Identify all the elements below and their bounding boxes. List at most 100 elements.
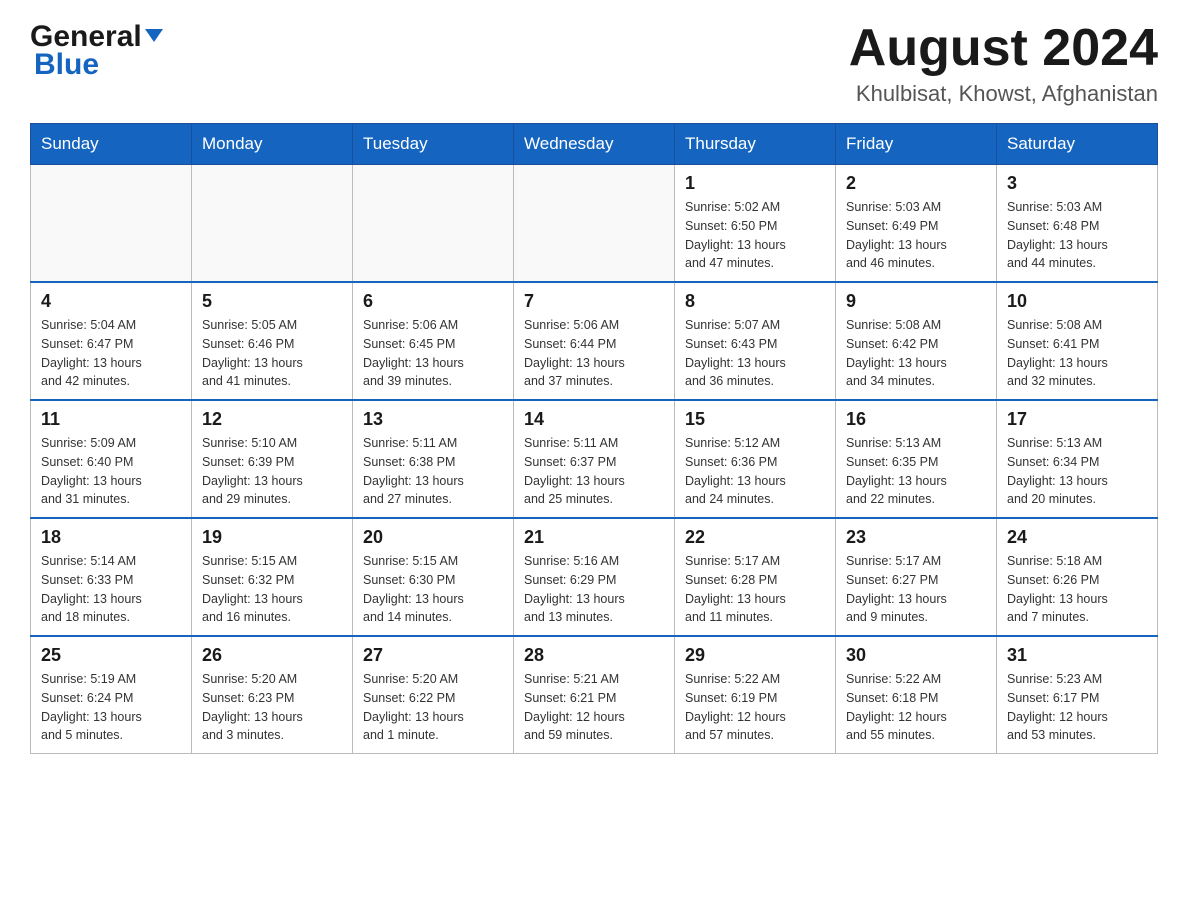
cell-day-number: 20 (363, 527, 503, 548)
cell-day-number: 25 (41, 645, 181, 666)
calendar-cell: 22 Sunrise: 5:17 AM Sunset: 6:28 PM Dayli… (675, 518, 836, 636)
calendar-table: SundayMondayTuesdayWednesdayThursdayFrid… (30, 123, 1158, 754)
cell-day-number: 29 (685, 645, 825, 666)
calendar-subtitle: Khulbisat, Khowst, Afghanistan (849, 81, 1158, 107)
cell-info: Sunrise: 5:09 AM Sunset: 6:40 PM Dayligh… (41, 434, 181, 509)
calendar-cell: 12Sunrise: 5:10 AM Sunset: 6:39 PM Dayli… (192, 400, 353, 518)
week-row-1: 1 Sunrise: 5:02 AM Sunset: 6:50 PM Daylig… (31, 165, 1158, 283)
logo: General Blue (30, 20, 163, 82)
calendar-cell: 10 Sunrise: 5:08 AM Sunset: 6:41 PM Dayli… (997, 282, 1158, 400)
cell-day-number: 4 (41, 291, 181, 312)
page-header: General Blue August 2024 Khulbisat, Khow… (30, 20, 1158, 107)
calendar-cell (192, 165, 353, 283)
cell-info: Sunrise: 5:14 AM Sunset: 6:33 PM Dayligh… (41, 552, 181, 627)
day-header-monday: Monday (192, 124, 353, 165)
cell-day-number: 17 (1007, 409, 1147, 430)
cell-info: Sunrise: 5:03 AM Sunset: 6:49 PM Dayligh… (846, 198, 986, 273)
calendar-cell: 20Sunrise: 5:15 AM Sunset: 6:30 PM Dayli… (353, 518, 514, 636)
cell-day-number: 24 (1007, 527, 1147, 548)
cell-day-number: 30 (846, 645, 986, 666)
calendar-cell: 31 Sunrise: 5:23 AM Sunset: 6:17 PM Dayli… (997, 636, 1158, 754)
calendar-cell: 3 Sunrise: 5:03 AM Sunset: 6:48 PM Daylig… (997, 165, 1158, 283)
day-header-friday: Friday (836, 124, 997, 165)
cell-info: Sunrise: 5:05 AM Sunset: 6:46 PM Dayligh… (202, 316, 342, 391)
cell-info: Sunrise: 5:10 AM Sunset: 6:39 PM Dayligh… (202, 434, 342, 509)
cell-day-number: 3 (1007, 173, 1147, 194)
cell-day-number: 9 (846, 291, 986, 312)
cell-info: Sunrise: 5:12 AM Sunset: 6:36 PM Dayligh… (685, 434, 825, 509)
cell-info: Sunrise: 5:11 AM Sunset: 6:38 PM Dayligh… (363, 434, 503, 509)
title-block: August 2024 Khulbisat, Khowst, Afghanist… (849, 20, 1158, 107)
cell-info: Sunrise: 5:03 AM Sunset: 6:48 PM Dayligh… (1007, 198, 1147, 273)
calendar-cell: 13Sunrise: 5:11 AM Sunset: 6:38 PM Dayli… (353, 400, 514, 518)
cell-day-number: 6 (363, 291, 503, 312)
week-row-3: 11 Sunrise: 5:09 AM Sunset: 6:40 PM Dayli… (31, 400, 1158, 518)
calendar-cell: 19Sunrise: 5:15 AM Sunset: 6:32 PM Dayli… (192, 518, 353, 636)
cell-info: Sunrise: 5:04 AM Sunset: 6:47 PM Dayligh… (41, 316, 181, 391)
cell-info: Sunrise: 5:22 AM Sunset: 6:19 PM Dayligh… (685, 670, 825, 745)
cell-info: Sunrise: 5:19 AM Sunset: 6:24 PM Dayligh… (41, 670, 181, 745)
cell-info: Sunrise: 5:17 AM Sunset: 6:28 PM Dayligh… (685, 552, 825, 627)
cell-info: Sunrise: 5:02 AM Sunset: 6:50 PM Dayligh… (685, 198, 825, 273)
calendar-cell: 30Sunrise: 5:22 AM Sunset: 6:18 PM Dayli… (836, 636, 997, 754)
cell-day-number: 27 (363, 645, 503, 666)
calendar-cell: 11 Sunrise: 5:09 AM Sunset: 6:40 PM Dayli… (31, 400, 192, 518)
calendar-cell: 21 Sunrise: 5:16 AM Sunset: 6:29 PM Dayli… (514, 518, 675, 636)
calendar-cell: 9Sunrise: 5:08 AM Sunset: 6:42 PM Daylig… (836, 282, 997, 400)
cell-info: Sunrise: 5:11 AM Sunset: 6:37 PM Dayligh… (524, 434, 664, 509)
cell-info: Sunrise: 5:18 AM Sunset: 6:26 PM Dayligh… (1007, 552, 1147, 627)
day-header-tuesday: Tuesday (353, 124, 514, 165)
cell-day-number: 28 (524, 645, 664, 666)
calendar-cell: 14 Sunrise: 5:11 AM Sunset: 6:37 PM Dayli… (514, 400, 675, 518)
cell-day-number: 8 (685, 291, 825, 312)
cell-info: Sunrise: 5:13 AM Sunset: 6:35 PM Dayligh… (846, 434, 986, 509)
cell-info: Sunrise: 5:13 AM Sunset: 6:34 PM Dayligh… (1007, 434, 1147, 509)
cell-info: Sunrise: 5:15 AM Sunset: 6:32 PM Dayligh… (202, 552, 342, 627)
calendar-cell: 7Sunrise: 5:06 AM Sunset: 6:44 PM Daylig… (514, 282, 675, 400)
cell-info: Sunrise: 5:07 AM Sunset: 6:43 PM Dayligh… (685, 316, 825, 391)
day-header-saturday: Saturday (997, 124, 1158, 165)
calendar-cell: 1 Sunrise: 5:02 AM Sunset: 6:50 PM Daylig… (675, 165, 836, 283)
cell-day-number: 5 (202, 291, 342, 312)
cell-day-number: 22 (685, 527, 825, 548)
calendar-cell: 23Sunrise: 5:17 AM Sunset: 6:27 PM Dayli… (836, 518, 997, 636)
calendar-title: August 2024 (849, 20, 1158, 77)
cell-day-number: 11 (41, 409, 181, 430)
calendar-cell: 27Sunrise: 5:20 AM Sunset: 6:22 PM Dayli… (353, 636, 514, 754)
cell-info: Sunrise: 5:21 AM Sunset: 6:21 PM Dayligh… (524, 670, 664, 745)
cell-info: Sunrise: 5:23 AM Sunset: 6:17 PM Dayligh… (1007, 670, 1147, 745)
calendar-cell: 4 Sunrise: 5:04 AM Sunset: 6:47 PM Daylig… (31, 282, 192, 400)
day-header-thursday: Thursday (675, 124, 836, 165)
calendar-cell: 2Sunrise: 5:03 AM Sunset: 6:49 PM Daylig… (836, 165, 997, 283)
cell-info: Sunrise: 5:20 AM Sunset: 6:23 PM Dayligh… (202, 670, 342, 745)
cell-info: Sunrise: 5:16 AM Sunset: 6:29 PM Dayligh… (524, 552, 664, 627)
calendar-cell (514, 165, 675, 283)
calendar-cell: 15 Sunrise: 5:12 AM Sunset: 6:36 PM Dayli… (675, 400, 836, 518)
calendar-cell (353, 165, 514, 283)
calendar-cell: 24 Sunrise: 5:18 AM Sunset: 6:26 PM Dayli… (997, 518, 1158, 636)
week-row-2: 4 Sunrise: 5:04 AM Sunset: 6:47 PM Daylig… (31, 282, 1158, 400)
cell-day-number: 23 (846, 527, 986, 548)
calendar-cell: 16 Sunrise: 5:13 AM Sunset: 6:35 PM Dayli… (836, 400, 997, 518)
week-row-4: 18 Sunrise: 5:14 AM Sunset: 6:33 PM Dayli… (31, 518, 1158, 636)
cell-day-number: 21 (524, 527, 664, 548)
calendar-cell: 18 Sunrise: 5:14 AM Sunset: 6:33 PM Dayli… (31, 518, 192, 636)
calendar-cell (31, 165, 192, 283)
calendar-cell: 29 Sunrise: 5:22 AM Sunset: 6:19 PM Dayli… (675, 636, 836, 754)
calendar-cell: 6 Sunrise: 5:06 AM Sunset: 6:45 PM Daylig… (353, 282, 514, 400)
cell-day-number: 16 (846, 409, 986, 430)
calendar-cell: 5 Sunrise: 5:05 AM Sunset: 6:46 PM Daylig… (192, 282, 353, 400)
cell-day-number: 14 (524, 409, 664, 430)
cell-day-number: 1 (685, 173, 825, 194)
cell-day-number: 10 (1007, 291, 1147, 312)
cell-day-number: 15 (685, 409, 825, 430)
calendar-cell: 28 Sunrise: 5:21 AM Sunset: 6:21 PM Dayli… (514, 636, 675, 754)
day-header-wednesday: Wednesday (514, 124, 675, 165)
cell-info: Sunrise: 5:06 AM Sunset: 6:45 PM Dayligh… (363, 316, 503, 391)
cell-info: Sunrise: 5:08 AM Sunset: 6:41 PM Dayligh… (1007, 316, 1147, 391)
calendar-cell: 17 Sunrise: 5:13 AM Sunset: 6:34 PM Dayli… (997, 400, 1158, 518)
calendar-cell: 25 Sunrise: 5:19 AM Sunset: 6:24 PM Dayli… (31, 636, 192, 754)
cell-day-number: 18 (41, 527, 181, 548)
cell-day-number: 31 (1007, 645, 1147, 666)
logo-blue-text: Blue (34, 48, 163, 82)
